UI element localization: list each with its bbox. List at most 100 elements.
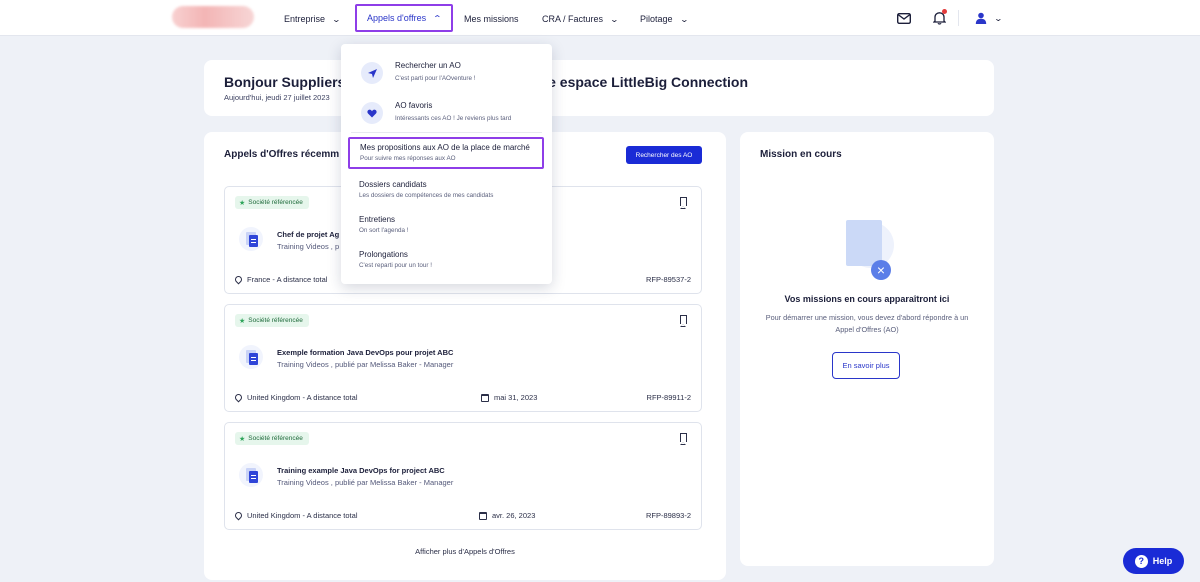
bookmark-icon[interactable] (680, 197, 687, 209)
help-button[interactable]: ? Help (1123, 548, 1184, 574)
offer-location: United Kingdom - A distance total (233, 392, 358, 403)
nav-entreprise[interactable]: Entreprise ⌄ (284, 6, 342, 32)
help-label: Help (1152, 556, 1173, 566)
nav-cra-factures[interactable]: CRA / Factures ⌄ (542, 6, 620, 32)
offer-subtitle: Training Videos , publié par Melissa Bak… (277, 478, 454, 487)
dropdown-item-sub: Pour suivre mes réponses aux AO (360, 155, 456, 162)
offer-reference: RFP-89911-2 (646, 393, 691, 402)
offer-card[interactable]: ★ Société référencée Exemple formation J… (224, 304, 702, 412)
dropdown-item-label: AO favoris (395, 101, 433, 110)
dropdown-item-sub: C'est reparti pour un tour ! (359, 262, 432, 269)
recent-offers-title: Appels d'Offres récemm (224, 149, 340, 160)
nav-entreprise-label: Entreprise (284, 14, 326, 24)
offer-subtitle: Training Videos , publié par Melissa Bak… (277, 360, 454, 369)
dropdown-item-dossiers-candidats[interactable]: Dossiers candidats Les dossiers de compé… (341, 177, 552, 205)
offer-reference: RFP-89537-2 (645, 275, 691, 284)
bookmark-icon[interactable] (680, 433, 687, 445)
document-icon (239, 345, 263, 369)
greeting-card: Bonjour Suppliers tre espace LittleBig C… (204, 60, 994, 116)
offer-title[interactable]: Chef de projet Ag (277, 230, 339, 239)
offer-subtitle: Training Videos , p (277, 242, 340, 251)
nav-appels-d-offres-label: Appels d'offres (367, 13, 427, 23)
location-pin-icon (233, 510, 244, 521)
calendar-icon (479, 511, 487, 520)
greeting-date: Aujourd'hui, jeudi 27 juillet 2023 (224, 93, 330, 102)
star-icon: ★ (239, 317, 246, 325)
heart-icon (361, 102, 383, 124)
dropdown-item-entretiens[interactable]: Entretiens On sort l'agenda ! (341, 212, 552, 240)
dropdown-item-sub: C'est parti pour l'AOventure ! (395, 75, 476, 82)
show-more-offers-link[interactable]: Afficher plus d'Appels d'Offres (204, 547, 726, 556)
dropdown-item-label: Entretiens (359, 215, 396, 224)
dropdown-divider (351, 132, 542, 133)
offer-title[interactable]: Exemple formation Java DevOps pour proje… (277, 348, 453, 357)
offer-location: France - A distance total (233, 274, 328, 285)
offer-date: avr. 26, 2023 (479, 511, 535, 520)
send-icon (361, 62, 383, 84)
dropdown-item-label: Rechercher un AO (395, 61, 461, 70)
offer-card[interactable]: ★ Société référencée Training example Ja… (224, 422, 702, 530)
greeting-title: Bonjour Suppliers (224, 74, 346, 90)
company-logo[interactable] (172, 6, 254, 28)
offer-location: United Kingdom - A distance total (233, 510, 358, 521)
dropdown-item-ao-favoris[interactable]: AO favoris Intéressants ces AO ! Je revi… (341, 98, 552, 134)
dropdown-item-sub: On sort l'agenda ! (359, 227, 409, 234)
star-icon: ★ (239, 435, 246, 443)
user-icon[interactable] (972, 9, 990, 27)
current-mission-card: Mission en cours × Vos missions en cours… (740, 132, 994, 566)
offer-date: mai 31, 2023 (481, 393, 537, 402)
empty-document-illustration: × (840, 216, 900, 282)
referenced-company-badge: ★ Société référencée (235, 432, 309, 445)
learn-more-button[interactable]: En savoir plus (832, 352, 900, 379)
notification-dot (942, 9, 947, 14)
nav-cra-factures-label: CRA / Factures (542, 14, 604, 24)
location-pin-icon (233, 392, 244, 403)
calendar-icon (481, 393, 489, 402)
offer-location-text: France - A distance total (247, 275, 328, 284)
dropdown-item-sub: Intéressants ces AO ! Je reviens plus ta… (395, 115, 512, 122)
badge-label: Société référencée (248, 199, 303, 206)
location-pin-icon (233, 274, 244, 285)
mission-empty-text: Pour démarrer une mission, vous devez d'… (765, 313, 969, 334)
badge-label: Société référencée (248, 317, 303, 324)
mail-icon[interactable] (895, 9, 913, 27)
nav-appels-d-offres[interactable]: Appels d'offres ⌃ (355, 4, 453, 32)
offer-date-text: mai 31, 2023 (494, 393, 538, 402)
nav-pilotage[interactable]: Pilotage ⌄ (640, 6, 689, 32)
search-offers-button[interactable]: Rechercher des AO (626, 146, 702, 164)
nav-mes-missions-label: Mes missions (464, 14, 519, 24)
chevron-up-icon: ⌃ (432, 13, 443, 23)
navbar-divider (958, 10, 959, 26)
star-icon: ★ (239, 199, 246, 207)
referenced-company-badge: ★ Société référencée (235, 196, 309, 209)
document-icon (239, 463, 263, 487)
user-menu-chevron-icon[interactable]: ⌄ (989, 9, 1007, 27)
referenced-company-badge: ★ Société référencée (235, 314, 309, 327)
document-icon (239, 227, 263, 251)
chevron-down-icon: ⌄ (609, 14, 620, 24)
bell-icon[interactable] (930, 9, 948, 27)
dropdown-item-sub: Les dossiers de compétences de mes candi… (359, 192, 494, 199)
dropdown-item-mes-propositions[interactable]: Mes propositions aux AO de la place de m… (341, 140, 552, 168)
bookmark-icon[interactable] (680, 315, 687, 327)
offer-date-text: avr. 26, 2023 (492, 511, 536, 520)
appels-d-offres-dropdown: Rechercher un AO C'est parti pour l'AOve… (341, 44, 552, 284)
mission-title: Mission en cours (760, 149, 842, 160)
dropdown-item-label: Prolongations (359, 250, 408, 259)
close-icon: × (871, 260, 891, 280)
offer-title[interactable]: Training example Java DevOps for project… (277, 466, 445, 475)
top-navbar: Entreprise ⌄ Appels d'offres ⌃ Mes missi… (0, 0, 1200, 36)
dropdown-item-prolongations[interactable]: Prolongations C'est reparti pour un tour… (341, 247, 552, 275)
question-icon: ? (1134, 554, 1148, 568)
nav-mes-missions[interactable]: Mes missions (464, 6, 519, 32)
greeting-title-tail: tre espace LittleBig Connection (538, 74, 749, 90)
chevron-down-icon: ⌄ (331, 14, 342, 24)
dropdown-item-label: Mes propositions aux AO de la place de m… (360, 143, 530, 152)
nav-pilotage-label: Pilotage (640, 14, 673, 24)
dropdown-item-label: Dossiers candidats (359, 180, 427, 189)
dropdown-item-rechercher-ao[interactable]: Rechercher un AO C'est parti pour l'AOve… (341, 58, 552, 94)
offer-location-text: United Kingdom - A distance total (247, 393, 358, 402)
mission-empty-title: Vos missions en cours apparaîtront ici (784, 294, 950, 304)
offer-location-text: United Kingdom - A distance total (247, 511, 358, 520)
offer-reference: RFP-89893-2 (645, 511, 691, 520)
